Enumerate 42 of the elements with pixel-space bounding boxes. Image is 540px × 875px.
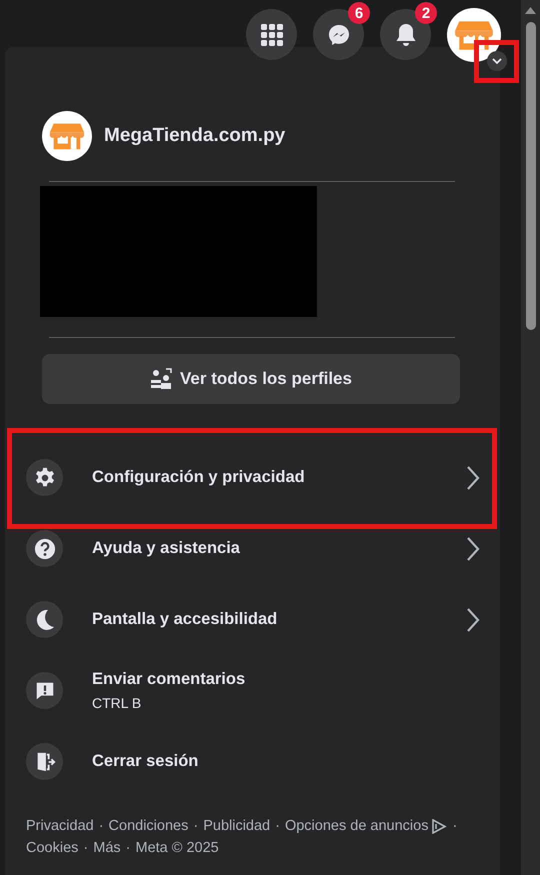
count-badge: 2 — [415, 2, 437, 24]
switch-profiles-icon — [150, 368, 174, 390]
footer-link[interactable]: Más — [93, 837, 121, 859]
see-all-profiles-button[interactable]: Ver todos los perfiles — [42, 354, 460, 404]
settings-icon — [34, 466, 56, 488]
chevron-right-icon — [466, 536, 480, 562]
separator-dot: · — [98, 817, 104, 836]
menu-item[interactable]: Enviar comentarios CTRL B — [5, 655, 500, 726]
menu-item[interactable]: Configuración y privacidad — [5, 442, 500, 513]
copyright-text: Meta © 2025 — [135, 839, 219, 858]
separator-dot: · — [126, 839, 130, 858]
menu-item-label: Ayuda y asistencia — [92, 539, 241, 558]
separator-dot: · — [193, 817, 198, 836]
messenger-icon — [326, 22, 350, 46]
scrollbar-thumb[interactable] — [526, 22, 536, 330]
menu-item-label: Pantalla y accesibilidad — [92, 610, 278, 629]
bell-icon — [394, 22, 416, 46]
profile-name: MegaTienda.com.py — [104, 125, 286, 147]
moon-icon — [34, 608, 54, 630]
separator-dot: · — [83, 839, 88, 858]
chevron-right-icon — [466, 464, 480, 490]
menu-item[interactable]: Cerrar sesión — [5, 726, 500, 797]
menu-item[interactable]: Ayuda y asistencia — [5, 513, 500, 584]
footer-link[interactable]: Privacidad — [26, 815, 94, 837]
help-icon — [34, 538, 56, 560]
footer-link[interactable]: Opciones de anuncios — [284, 815, 448, 837]
scrollbar[interactable] — [521, 0, 540, 875]
count-badge: 6 — [348, 2, 370, 24]
footer-link[interactable]: Cookies — [26, 837, 78, 859]
menu-item-label: Configuración y privacidad — [92, 468, 306, 487]
chevron-down-icon[interactable] — [487, 51, 507, 71]
scroll-up-icon — [525, 7, 536, 14]
shortcut-text: CTRL B — [92, 695, 142, 711]
separator-dot: · — [275, 817, 280, 836]
chevron-right-icon — [466, 606, 480, 632]
menu-item-label: Enviar comentarios — [92, 670, 246, 689]
footer-link[interactable]: Publicidad — [203, 815, 270, 837]
menu-item-label: Cerrar sesión — [92, 752, 200, 771]
grid-icon — [260, 22, 284, 46]
menu-item[interactable]: Pantalla y accesibilidad — [5, 584, 500, 655]
separator-dot: · — [452, 817, 458, 836]
footer-link[interactable]: Condiciones — [108, 815, 188, 837]
